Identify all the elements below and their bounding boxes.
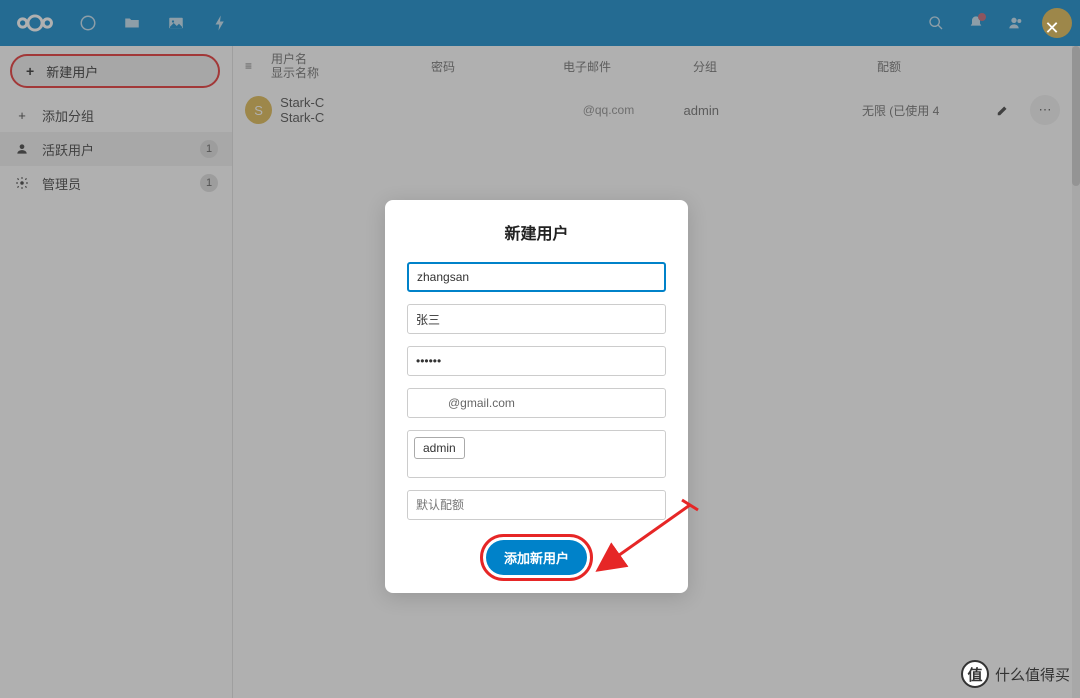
password-input[interactable]: [407, 346, 666, 376]
displayname-input[interactable]: [407, 304, 666, 334]
group-chip[interactable]: admin: [414, 437, 465, 459]
new-user-dialog: 新建用户 admin 添加新用户: [385, 200, 688, 593]
watermark-text: 什么值得买: [995, 664, 1070, 685]
watermark: 值 什么值得买: [961, 660, 1070, 688]
group-select[interactable]: admin: [407, 430, 666, 478]
dialog-title: 新建用户: [407, 220, 666, 244]
close-icon[interactable]: ✕: [1040, 16, 1064, 40]
add-user-submit-button[interactable]: 添加新用户: [486, 540, 587, 575]
email-input[interactable]: [407, 388, 666, 418]
quota-select[interactable]: [407, 490, 666, 520]
username-input[interactable]: [407, 262, 666, 292]
watermark-badge: 值: [961, 660, 989, 688]
